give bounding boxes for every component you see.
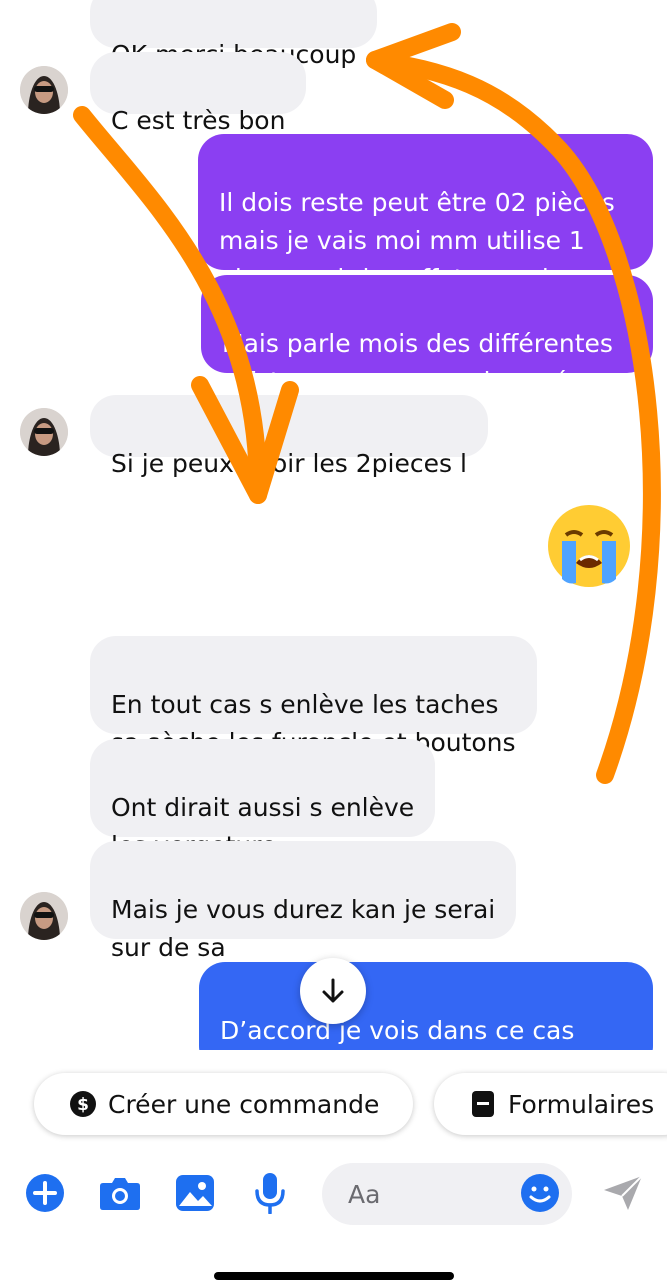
- chip-label: Formulaires: [508, 1089, 655, 1119]
- home-indicator: [214, 1272, 454, 1280]
- message-text: D’accord je vois dans ce cas pour les pr…: [220, 1016, 575, 1045]
- microphone-icon: [255, 1173, 285, 1214]
- arrow-down-icon: [322, 978, 344, 1003]
- camera-button[interactable]: [95, 1168, 145, 1218]
- message-text: C est très bon: [111, 106, 286, 135]
- photo-icon: [176, 1175, 214, 1211]
- add-button[interactable]: [20, 1168, 70, 1218]
- contact-avatar[interactable]: [20, 66, 68, 114]
- message-text: Mais parle mois des différentes effet su…: [222, 329, 613, 396]
- gallery-button[interactable]: [170, 1168, 220, 1218]
- message-bubble-outgoing[interactable]: Il dois reste peut être 02 pièces mais j…: [198, 134, 653, 293]
- send-icon: [604, 1175, 643, 1210]
- svg-text:$: $: [77, 1095, 89, 1115]
- smiley-icon: [521, 1174, 559, 1212]
- emoji-button[interactable]: [515, 1168, 565, 1218]
- message-bubble-incoming[interactable]: Mais je vous durez kan je serai sur de s…: [90, 841, 517, 962]
- message-input-placeholder: Aa: [348, 1179, 381, 1209]
- crying-face-icon: [548, 505, 630, 587]
- quick-reply-forms[interactable]: Formulaires: [434, 1073, 667, 1135]
- message-bubble-incoming[interactable]: Si je peux avoir les 2pieces l: [90, 395, 488, 478]
- message-bubble-incoming[interactable]: Ont dirait aussi s enlève les vergeture: [90, 739, 436, 860]
- send-button[interactable]: [598, 1168, 648, 1218]
- camera-icon: [100, 1178, 140, 1210]
- plus-circle-icon: [26, 1174, 64, 1212]
- message-bubble-incoming[interactable]: OK merci beaucoup: [90, 0, 378, 69]
- message-text: Si je peux avoir les 2pieces l: [111, 449, 467, 478]
- contact-avatar[interactable]: [20, 408, 68, 456]
- message-thread[interactable]: OK merci beaucoup C est très bon Il dois…: [0, 0, 667, 1050]
- scroll-to-bottom-button[interactable]: [300, 958, 366, 1024]
- message-bubble-outgoing[interactable]: D’accord je vois dans ce cas pour les pr…: [199, 962, 653, 1050]
- form-icon: [468, 1089, 498, 1119]
- chip-label: Créer une commande: [108, 1089, 380, 1119]
- message-bubble-incoming[interactable]: En tout cas s enlève les taches sa sèche…: [90, 636, 537, 757]
- contact-avatar[interactable]: [20, 892, 68, 940]
- message-text: Mais je vous durez kan je serai sur de s…: [111, 895, 496, 962]
- message-bubble-incoming[interactable]: C est très bon: [90, 52, 307, 135]
- crying-emoji-message[interactable]: 😭: [546, 503, 632, 589]
- dollar-icon: $: [68, 1089, 98, 1119]
- quick-reply-create-order[interactable]: $ Créer une commande: [34, 1073, 413, 1135]
- voice-button[interactable]: [245, 1168, 295, 1218]
- message-bubble-outgoing[interactable]: Mais parle mois des différentes effet su…: [201, 275, 653, 396]
